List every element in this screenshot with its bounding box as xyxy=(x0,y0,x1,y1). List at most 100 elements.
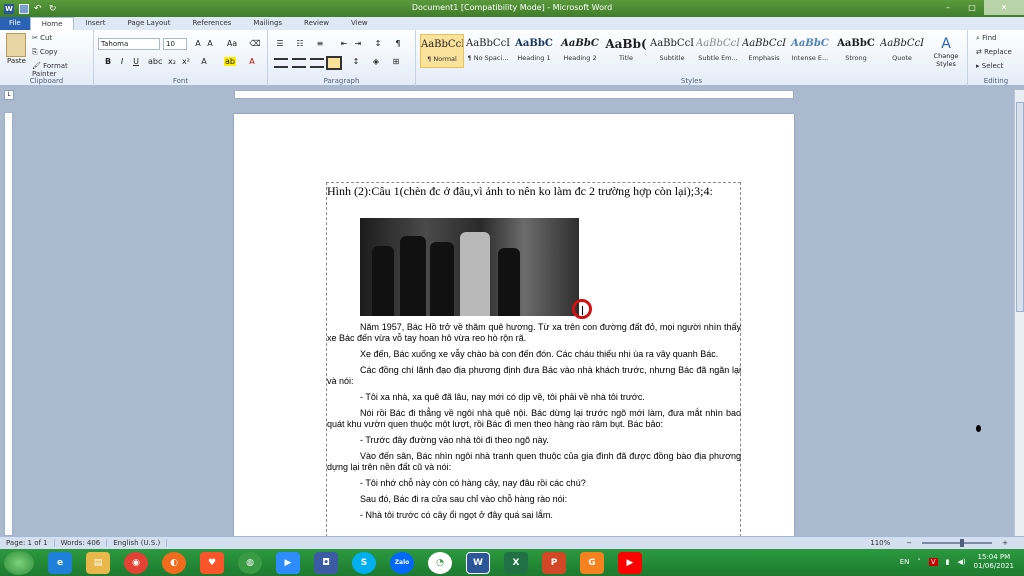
clock[interactable]: 15:04 PM 01/06/2021 xyxy=(974,553,1014,571)
style-no-spacing[interactable]: AaBbCcI ¶ No Spaci... xyxy=(466,34,510,68)
youtube-icon[interactable]: ▶ xyxy=(618,551,642,574)
paste-icon[interactable] xyxy=(6,33,26,57)
shading-icon[interactable]: ◈ xyxy=(370,57,382,66)
cut-button[interactable]: ✂ Cut xyxy=(32,34,52,42)
start-button[interactable] xyxy=(4,550,34,575)
tab-insert[interactable]: Insert xyxy=(74,17,116,30)
app-g-icon[interactable]: G xyxy=(580,551,604,574)
justify-icon[interactable] xyxy=(326,56,342,70)
style-heading-2[interactable]: AaBbC Heading 2 xyxy=(558,34,602,68)
superscript-icon[interactable]: x² xyxy=(180,57,192,66)
replace-button[interactable]: ⇄ Replace xyxy=(976,48,1012,56)
line-spacing-icon[interactable]: ↕ xyxy=(350,57,362,66)
font-color-icon[interactable]: A xyxy=(246,57,258,66)
unikey-icon[interactable]: V xyxy=(928,558,938,566)
grow-font-icon[interactable]: A xyxy=(192,39,204,48)
borders-icon[interactable]: ⊞ xyxy=(390,57,402,66)
zoom-control[interactable]: 110% − + xyxy=(864,539,1014,547)
bold-icon[interactable]: B xyxy=(102,57,114,66)
style-normal[interactable]: AaBbCcI ¶ Normal xyxy=(420,34,464,68)
style-subtle-emphasis[interactable]: AaBbCcI Subtle Em... xyxy=(696,34,740,68)
tab-references[interactable]: References xyxy=(181,17,242,30)
network-icon[interactable]: ▮ xyxy=(946,558,950,566)
bullets-icon[interactable]: ☰ xyxy=(274,39,286,48)
subscript-icon[interactable]: x₂ xyxy=(166,57,178,66)
volume-icon[interactable]: ◀) xyxy=(958,558,966,566)
tab-mailings[interactable]: Mailings xyxy=(242,17,293,30)
find-button[interactable]: ⌕ Find xyxy=(976,34,997,43)
strikethrough-icon[interactable]: abc xyxy=(148,57,162,66)
chrome-icon[interactable]: ◉ xyxy=(124,551,148,574)
maximize-button[interactable]: □ xyxy=(960,0,984,15)
select-button[interactable]: ▸ Select xyxy=(976,62,1003,70)
shrink-font-icon[interactable]: A xyxy=(204,39,216,48)
internet-explorer-icon[interactable]: e xyxy=(48,551,72,574)
clear-format-icon[interactable]: ⌫ xyxy=(249,39,261,48)
firefox-icon[interactable]: ◐ xyxy=(162,551,186,574)
coccoc-icon[interactable]: ◍ xyxy=(238,551,262,574)
style-subtitle[interactable]: AaBbCcI Subtitle xyxy=(650,34,694,68)
page-count[interactable]: Page: 1 of 1 xyxy=(0,539,55,547)
teams-icon[interactable]: ◘ xyxy=(314,551,338,574)
tab-selector[interactable]: L xyxy=(4,90,14,100)
scrollbar-thumb[interactable] xyxy=(1016,102,1024,312)
highlight-icon[interactable]: ab xyxy=(224,57,236,66)
tab-page-layout[interactable]: Page Layout xyxy=(116,17,181,30)
decrease-indent-icon[interactable]: ⇤ xyxy=(338,39,350,48)
increase-indent-icon[interactable]: ⇥ xyxy=(352,39,364,48)
align-left-icon[interactable] xyxy=(274,58,288,68)
powerpoint-icon[interactable]: P xyxy=(542,551,566,574)
numbering-icon[interactable]: ☷ xyxy=(294,39,306,48)
input-language[interactable]: EN xyxy=(900,558,910,566)
word-taskbar-icon[interactable]: W xyxy=(466,551,490,574)
italic-icon[interactable]: I xyxy=(116,57,128,66)
tray-chevron-icon[interactable]: ˄ xyxy=(917,558,921,566)
minimize-button[interactable]: – xyxy=(936,0,960,15)
horizontal-ruler[interactable] xyxy=(234,90,794,99)
vertical-scrollbar[interactable] xyxy=(1014,90,1024,536)
document-heading[interactable]: Hình (2):Câu 1(chèn đc ở đâu,vì ảnh to n… xyxy=(327,183,737,199)
change-styles-button[interactable]: A Change Styles xyxy=(928,36,964,68)
language-indicator[interactable]: English (U.S.) xyxy=(107,539,168,547)
copy-button[interactable]: ⎘ Copy xyxy=(32,48,58,57)
document-body[interactable]: Năm 1957, Bác Hồ trở về thăm quê hương. … xyxy=(327,322,741,526)
multilevel-list-icon[interactable]: ≡ xyxy=(314,39,326,48)
vertical-ruler[interactable] xyxy=(4,112,13,536)
tab-review[interactable]: Review xyxy=(293,17,340,30)
zoom-app-icon[interactable]: ▶ xyxy=(276,551,300,574)
zoom-slider[interactable] xyxy=(922,539,993,547)
word-count[interactable]: Words: 406 xyxy=(55,539,108,547)
excel-icon[interactable]: X xyxy=(504,551,528,574)
zoom-out-icon[interactable]: − xyxy=(900,539,918,547)
zalo-icon[interactable]: Zalo xyxy=(390,551,414,574)
text-effects-icon[interactable]: A xyxy=(198,57,210,66)
show-marks-icon[interactable]: ¶ xyxy=(392,39,404,48)
zoom-level[interactable]: 110% xyxy=(864,539,896,547)
document-photo[interactable] xyxy=(360,218,579,316)
underline-icon[interactable]: U xyxy=(130,57,142,66)
paste-button[interactable]: Paste xyxy=(7,57,26,65)
style-quote[interactable]: AaBbCcI Quote xyxy=(880,34,924,68)
change-case-icon[interactable]: Aa xyxy=(226,39,238,48)
align-center-icon[interactable] xyxy=(292,58,306,68)
zoom-in-icon[interactable]: + xyxy=(996,539,1014,547)
tab-file[interactable]: File xyxy=(0,17,30,30)
style-emphasis[interactable]: AaBbCcI Emphasis xyxy=(742,34,786,68)
font-name-select[interactable]: Tahoma xyxy=(98,38,160,50)
style-strong[interactable]: AaBbC Strong xyxy=(834,34,878,68)
skype-icon[interactable]: S xyxy=(352,551,376,574)
style-title[interactable]: AaBb(Title xyxy=(604,34,648,68)
sort-icon[interactable]: ↕ xyxy=(372,39,384,48)
style-heading-1[interactable]: AaBbC Heading 1 xyxy=(512,34,556,68)
tab-home[interactable]: Home xyxy=(29,17,75,30)
close-button[interactable]: ✕ xyxy=(984,0,1024,15)
align-right-icon[interactable] xyxy=(310,58,324,68)
app-icon[interactable]: ◔ xyxy=(428,551,452,574)
brave-icon[interactable]: ♥ xyxy=(200,551,224,574)
style-intense-emphasis[interactable]: AaBbC Intense E... xyxy=(788,34,832,68)
font-size-select[interactable]: 10 xyxy=(163,38,187,50)
format-painter-button[interactable]: 🖌 Format Painter xyxy=(32,62,93,78)
style-name: ¶ No Spaci... xyxy=(467,54,509,62)
tab-view[interactable]: View xyxy=(340,17,379,30)
file-explorer-icon[interactable]: ▤ xyxy=(86,551,110,574)
